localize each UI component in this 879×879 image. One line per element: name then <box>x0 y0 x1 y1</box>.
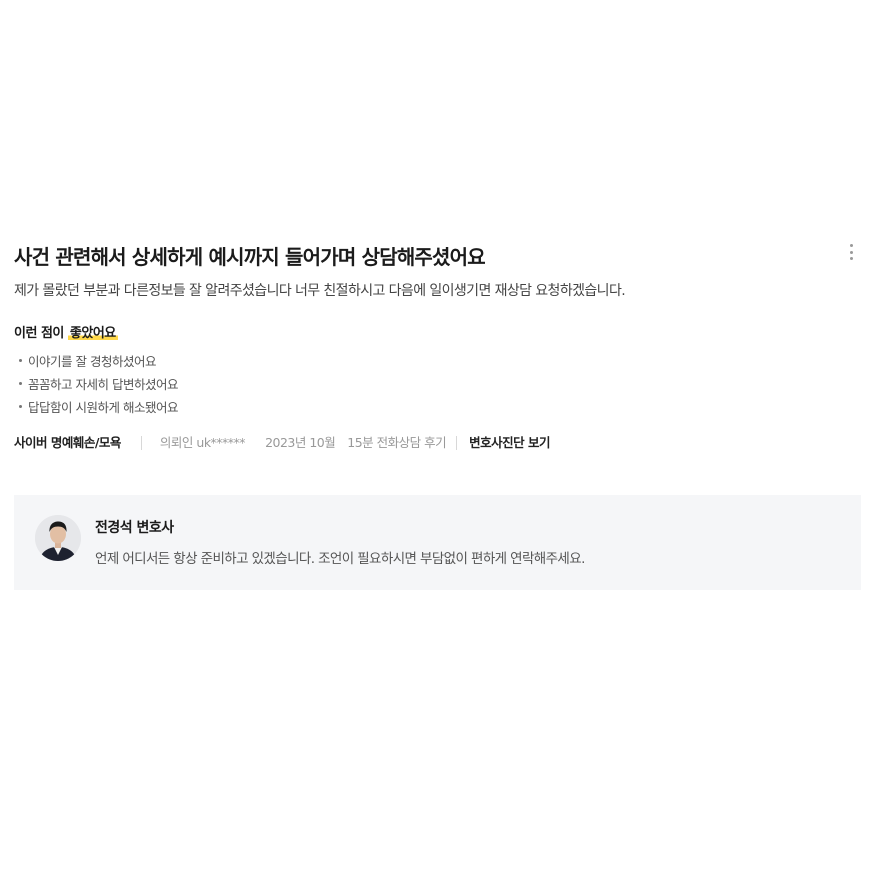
avatar-portrait-icon <box>35 515 81 561</box>
review-title-row: 사건 관련해서 상세하게 예시까지 들어가며 상담해주셨어요 <box>14 240 861 274</box>
review-date: 2023년 10월 <box>265 435 336 450</box>
more-dot <box>849 257 853 260</box>
good-point-text: 답답함이 시원하게 해소됐어요 <box>28 400 178 415</box>
good-point-item: 꼼꼼하고 자세히 답변하셨어요 <box>14 373 861 396</box>
lawyer-reply-box: 전경석 변호사 언제 어디서든 항상 준비하고 있겠습니다. 조언이 필요하시면… <box>14 495 861 590</box>
lawyer-name: 전경석 변호사 <box>95 520 174 536</box>
bullet-icon <box>19 405 22 408</box>
meta-divider <box>456 436 458 450</box>
good-point-item: 이야기를 잘 경청하셨어요 <box>14 350 861 373</box>
client-id: 의뢰인 uk****** <box>159 435 246 450</box>
meta-divider <box>140 436 142 450</box>
good-point-text: 이야기를 잘 경청하셨어요 <box>28 354 156 369</box>
good-point-text: 꼼꼼하고 자세히 답변하셨어요 <box>28 377 178 392</box>
good-points-prefix: 이런 점이 <box>14 326 68 341</box>
more-dot <box>849 244 853 247</box>
review-card: 사건 관련해서 상세하게 예시까지 들어가며 상담해주셨어요 제가 몰랐던 부분… <box>14 240 861 452</box>
review-title: 사건 관련해서 상세하게 예시까지 들어가며 상담해주셨어요 <box>14 245 486 269</box>
consult-type: 15분 전화상담 후기 <box>347 435 447 450</box>
more-vertical-icon[interactable] <box>845 242 857 262</box>
good-points-heading: 이런 점이 좋았어요 <box>14 324 861 344</box>
bullet-icon <box>19 359 22 362</box>
review-meta: 사이버 명예훼손/모욕 의뢰인 uk****** 2023년 10월 15분 전… <box>14 434 861 452</box>
reply-text: 언제 어디서든 항상 준비하고 있겠습니다. 조언이 필요하시면 부담없이 편하… <box>95 551 585 567</box>
case-category: 사이버 명예훼손/모욕 <box>14 435 121 450</box>
more-dot <box>849 250 853 254</box>
good-points-list: 이야기를 잘 경청하셨어요 꼼꼼하고 자세히 답변하셨어요 답답함이 시원하게 … <box>14 350 861 419</box>
good-point-item: 답답함이 시원하게 해소됐어요 <box>14 396 861 419</box>
diagnosis-link[interactable]: 변호사진단 보기 <box>469 434 550 452</box>
review-body: 제가 몰랐던 부분과 다른정보들 잘 알려주셨습니다 너무 친절하시고 다음에 … <box>14 283 626 299</box>
lawyer-avatar <box>35 515 81 561</box>
good-points-highlight: 좋았어요 <box>67 326 118 341</box>
bullet-icon <box>19 382 22 385</box>
